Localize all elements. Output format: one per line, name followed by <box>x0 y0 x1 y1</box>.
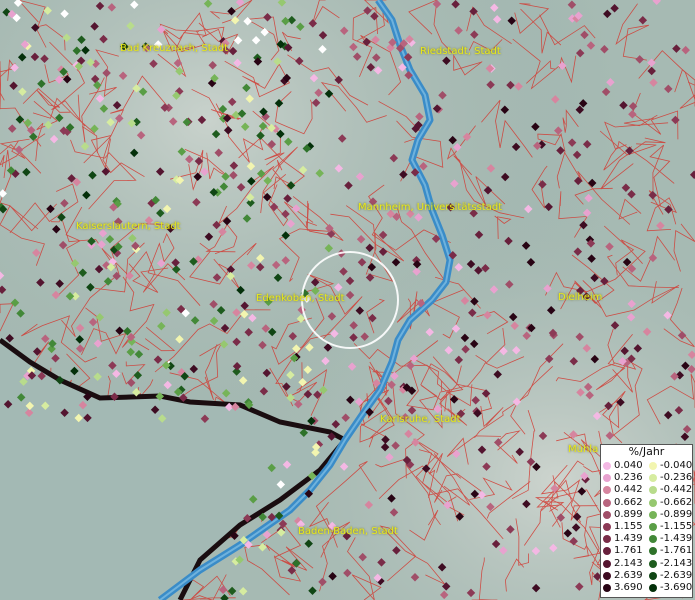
legend-value: -1.155 <box>660 520 693 532</box>
legend-row: -1.439 <box>647 533 692 545</box>
legend-value: -2.143 <box>660 557 693 569</box>
legend-value: 1.155 <box>614 520 643 532</box>
legend-value: -0.662 <box>660 496 693 508</box>
legend-value: 3.690 <box>614 581 643 593</box>
legend-row: -0.662 <box>647 497 692 509</box>
legend-row: -0.236 <box>647 472 692 484</box>
legend-row: 0.899 <box>601 509 643 521</box>
legend-row: 2.639 <box>601 570 643 582</box>
legend-value: -2.639 <box>660 569 693 581</box>
legend-swatch <box>603 571 611 580</box>
legend-swatch <box>649 498 657 507</box>
legend-row: -2.639 <box>647 570 692 582</box>
legend-row: -1.155 <box>647 521 692 533</box>
legend-swatch <box>603 583 611 592</box>
legend-row: -3.690 <box>647 582 692 594</box>
legend-swatch <box>649 510 657 519</box>
legend-positive-column: 0.040 0.236 0.442 0.662 0.899 1.155 1.439 1.761… <box>601 460 643 594</box>
legend-value: -0.040 <box>660 460 693 471</box>
legend-value: -3.690 <box>660 581 693 593</box>
legend-value: 0.662 <box>614 496 643 508</box>
legend-row: 0.662 <box>601 497 643 509</box>
legend-swatch <box>603 474 611 483</box>
legend-row: 2.143 <box>601 558 643 570</box>
place-label-baden-baden: Baden-Baden, Stadt <box>298 526 398 537</box>
place-label-muehlacker: Mühla <box>568 444 599 455</box>
legend-row: -0.899 <box>647 509 692 521</box>
legend-swatch <box>649 559 657 568</box>
legend-swatch <box>649 523 657 532</box>
legend-row: 0.442 <box>601 484 643 496</box>
place-label-karlsruhe: Karlsruhe, Stadt <box>380 414 461 425</box>
legend-negative-column: -0.040 -0.236 -0.442 -0.662 -0.899 -1.155 -1.4… <box>647 460 692 594</box>
legend-value: 0.899 <box>614 508 643 520</box>
legend-value: -0.442 <box>660 484 693 496</box>
legend-row: -0.442 <box>647 484 692 496</box>
legend-swatch <box>649 583 657 592</box>
legend-row: 1.439 <box>601 533 643 545</box>
legend-swatch <box>649 535 657 544</box>
legend-value: 2.639 <box>614 569 643 581</box>
legend-swatch <box>603 559 611 568</box>
place-label-kaiserslautern: Kaiserslautern, Stadt <box>76 221 181 232</box>
legend-swatch <box>603 510 611 519</box>
legend-row: -2.143 <box>647 558 692 570</box>
legend-title: %/Jahr <box>628 445 665 458</box>
legend-row: -1.761 <box>647 545 692 557</box>
legend-value: -0.899 <box>660 508 693 520</box>
legend-value: -1.439 <box>660 533 693 545</box>
legend-swatch <box>603 535 611 544</box>
legend-swatch <box>649 486 657 495</box>
map-legend: %/Jahr 0.040 0.236 0.442 0.662 0.899 1.155 1.4… <box>600 444 693 598</box>
legend-value: 1.761 <box>614 545 643 557</box>
legend-value: 2.143 <box>614 557 643 569</box>
legend-row: 0.236 <box>601 472 643 484</box>
legend-swatch <box>603 462 611 471</box>
place-label-dielheim: Dielheim <box>558 292 603 303</box>
place-label-bad-kreuznach: Bad Kreuznach, Stadt <box>120 43 229 54</box>
legend-swatch <box>649 474 657 483</box>
place-label-mannheim: Mannheim, Universitätsstadt <box>358 202 503 213</box>
legend-row: 1.155 <box>601 521 643 533</box>
legend-row: -0.040 <box>647 460 692 472</box>
legend-value: 1.439 <box>614 533 643 545</box>
legend-swatch <box>603 498 611 507</box>
legend-value: 0.236 <box>614 472 643 484</box>
legend-row: 1.761 <box>601 545 643 557</box>
legend-value: -1.761 <box>660 545 693 557</box>
legend-value: 0.040 <box>614 460 643 471</box>
legend-swatch <box>603 486 611 495</box>
legend-swatch <box>603 523 611 532</box>
legend-swatch <box>603 547 611 556</box>
legend-swatch <box>649 547 657 556</box>
place-label-riedstadt: Riedstadt, Stadt <box>420 46 501 57</box>
legend-swatch <box>649 462 657 471</box>
legend-swatch <box>649 571 657 580</box>
legend-row: 0.040 <box>601 460 643 472</box>
place-label-edenkoben: Edenkoben, Stadt <box>256 293 345 304</box>
legend-value: 0.442 <box>614 484 643 496</box>
legend-value: -0.236 <box>660 472 693 484</box>
legend-row: 3.690 <box>601 582 643 594</box>
